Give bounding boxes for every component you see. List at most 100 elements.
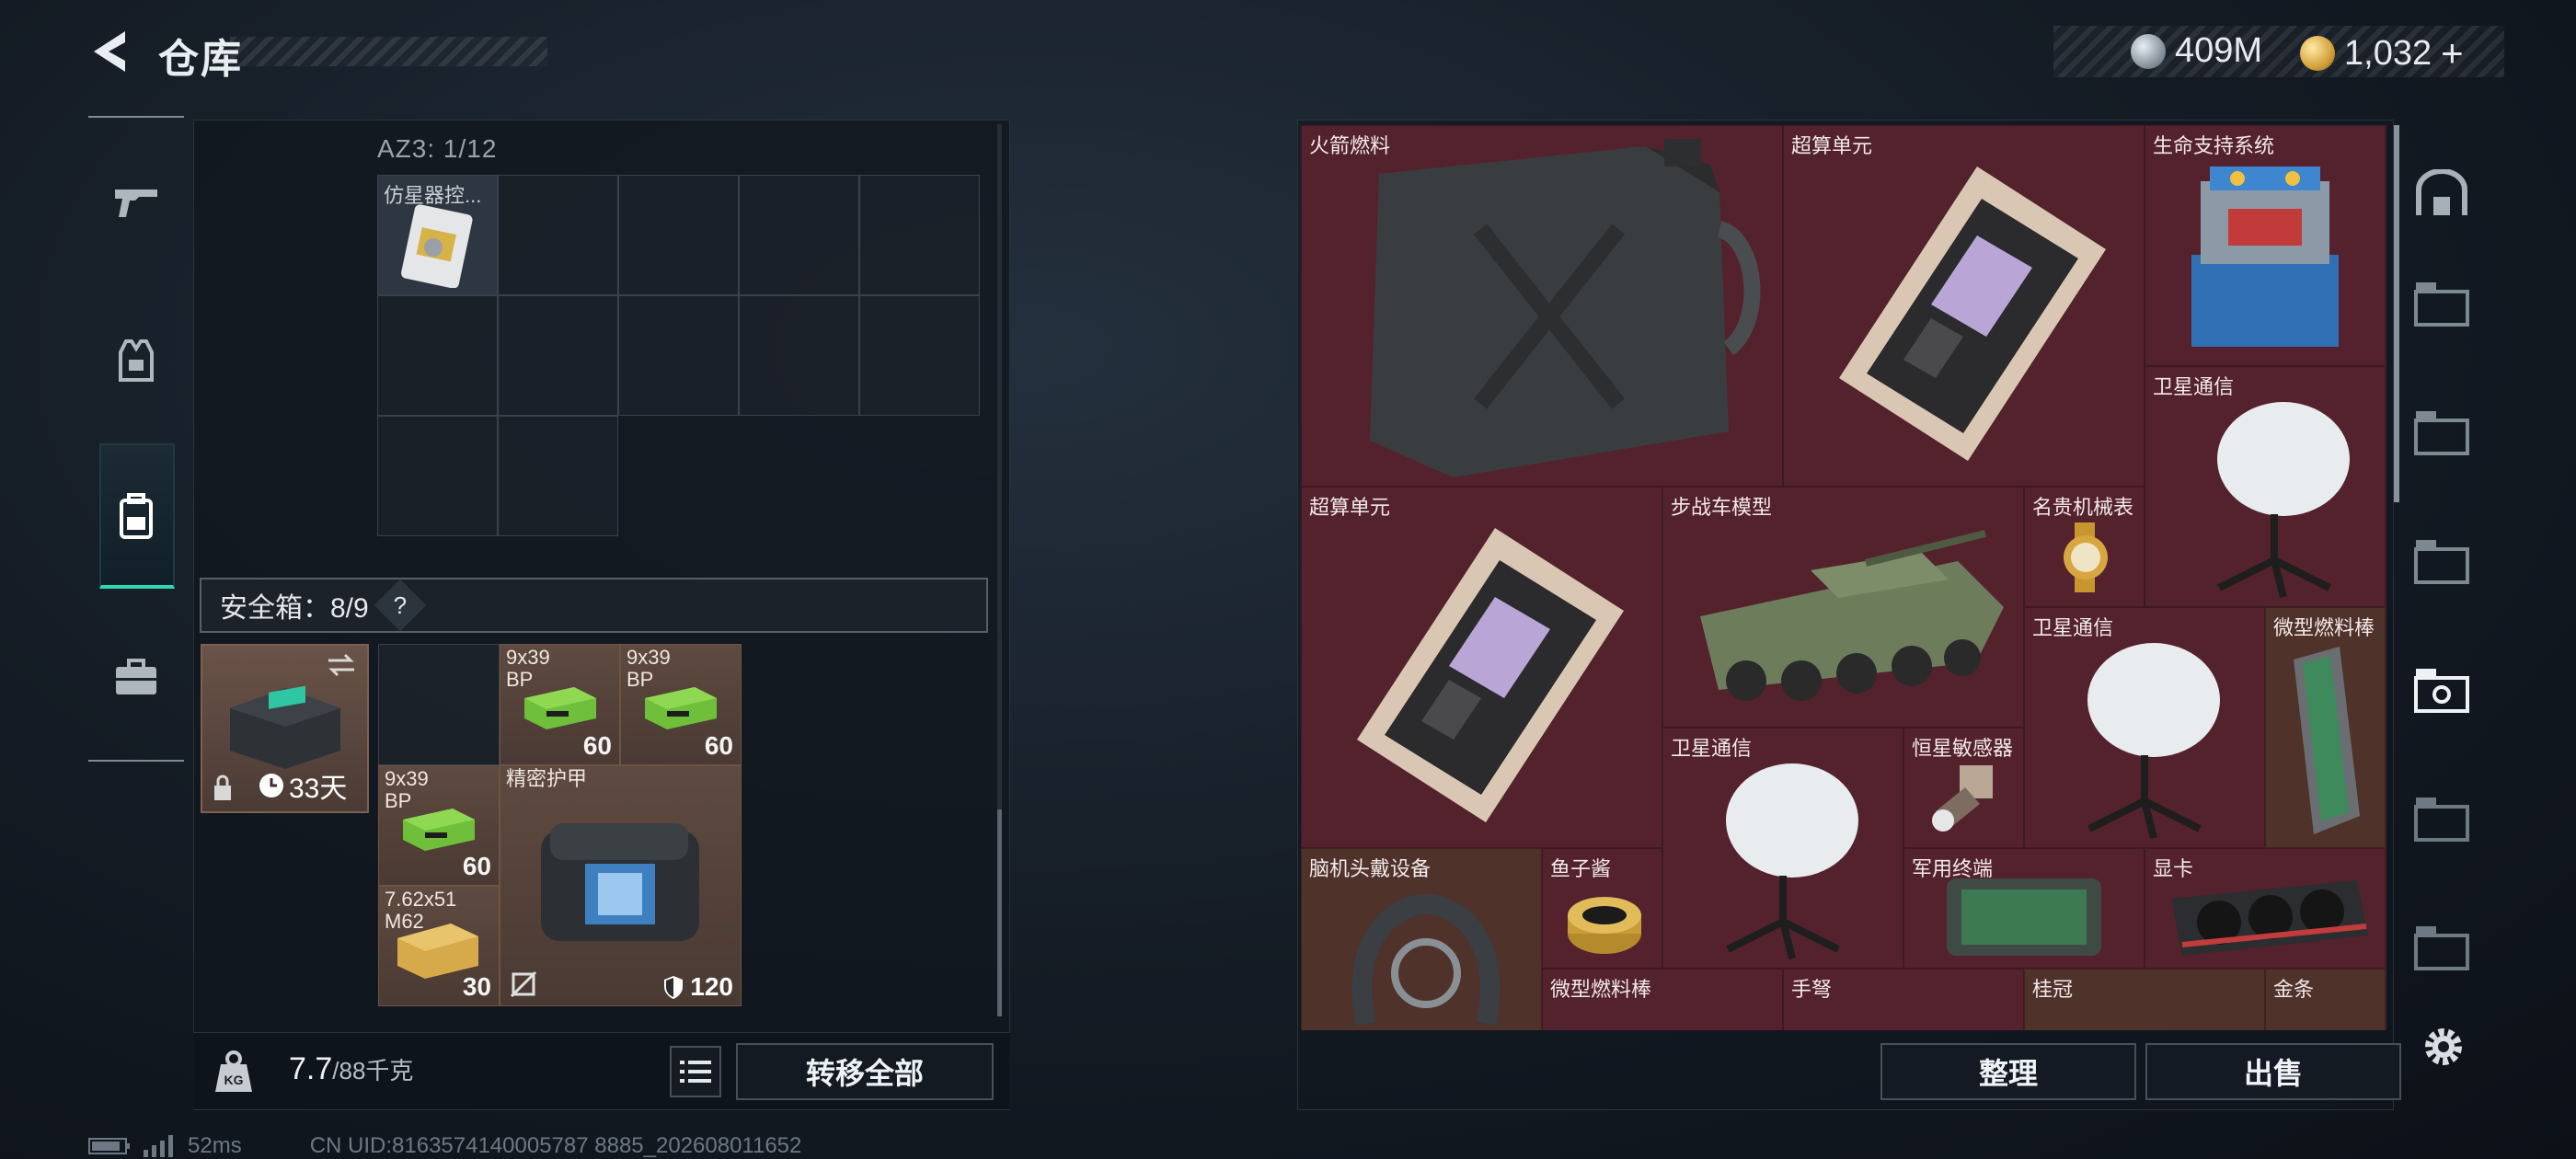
stash-item-satcom[interactable]: 卫星通信 <box>2145 366 2386 607</box>
ammo-box-icon <box>403 809 475 851</box>
container-slot[interactable] <box>377 295 498 416</box>
storage-tab-main[interactable] <box>2405 156 2478 230</box>
storage-tab-v1-active[interactable] <box>2405 653 2478 727</box>
container-slot[interactable] <box>739 175 859 295</box>
storage-tab-gt2[interactable] <box>2405 396 2478 469</box>
title-decoration <box>230 37 547 66</box>
weapons-tab[interactable] <box>99 166 173 239</box>
stash-item-supercomputer[interactable]: 超算单元 <box>1783 125 2145 487</box>
circuit-board-icon <box>1357 528 1624 822</box>
transfer-all-button[interactable]: 转移全部 <box>736 1043 994 1100</box>
weight-current: 7.7 <box>289 1051 333 1086</box>
ammo-box-icon <box>524 687 596 729</box>
container-slot[interactable] <box>859 175 980 295</box>
stash-item-ifv-model[interactable]: 步战车模型 <box>1662 487 2024 728</box>
backpack-tab[interactable] <box>99 480 173 554</box>
back-arrow-icon <box>94 31 125 72</box>
container-slot[interactable] <box>618 295 739 416</box>
stash-item-gpu[interactable]: 显卡 <box>2145 848 2386 969</box>
ammo-qty: 30 <box>462 972 491 1001</box>
storage-tab-v2[interactable] <box>2405 782 2478 855</box>
stash-item-laurel[interactable]: 桂冠 <box>2024 969 2265 1030</box>
signal-icon <box>144 1135 173 1157</box>
ammo-qty: 60 <box>582 731 612 760</box>
stash-item-satcom[interactable]: 卫星通信 <box>2024 607 2265 848</box>
armor-icon <box>541 823 699 941</box>
stash-item-gold-bar[interactable]: 金条 <box>2265 969 2386 1030</box>
armor-tab[interactable] <box>99 324 173 397</box>
stash-item-supercomputer[interactable]: 超算单元 <box>1301 487 1662 848</box>
page-title: 仓库 <box>158 37 243 82</box>
gear-icon <box>2425 1028 2462 1065</box>
armor-item[interactable]: 精密护甲 120 <box>500 765 742 1006</box>
container-slot[interactable] <box>739 295 859 416</box>
armor-durability: 120 <box>662 972 733 1002</box>
ammo-item[interactable]: 7.62x51 M62 30 <box>378 886 500 1006</box>
container-item-star-controller[interactable]: 仿星器控... <box>377 175 498 295</box>
currency-gold[interactable]: 1,032 + <box>2300 31 2464 75</box>
shield-icon <box>664 976 684 999</box>
vest-icon <box>119 339 154 382</box>
safe-slot-empty[interactable] <box>378 644 500 765</box>
container-slot[interactable] <box>498 295 618 416</box>
sell-button[interactable]: 出售 <box>2145 1043 2401 1100</box>
item-label: 金条 <box>2273 978 2315 1001</box>
left-scrollbar[interactable] <box>997 809 1002 1016</box>
item-label: 微型燃料棒 <box>2273 616 2375 639</box>
back-button[interactable] <box>85 26 136 77</box>
stash-item-fuel-rod[interactable]: 微型燃料棒 <box>2265 607 2386 848</box>
storage-tab-v3[interactable] <box>2405 911 2478 984</box>
container-grid: 仿星器控... <box>377 175 984 539</box>
settings-button[interactable] <box>2420 1023 2467 1071</box>
stash-item-mil-terminal[interactable]: 军用终端 <box>1903 848 2145 969</box>
ammo-item[interactable]: 9x39 BP 60 <box>378 765 500 886</box>
ammo-box-icon <box>645 687 717 729</box>
briefcase-icon <box>116 659 156 694</box>
currency-silver[interactable]: 409M <box>2131 31 2262 71</box>
ammo-item[interactable]: 9x39 BP 60 <box>500 644 620 765</box>
list-icon <box>680 1061 711 1083</box>
container-slot[interactable] <box>498 416 618 536</box>
stash-item-life-support[interactable]: 生命支持系统 <box>2145 125 2386 366</box>
case-tab[interactable] <box>99 640 173 714</box>
storage-tab-gt1[interactable] <box>2405 267 2478 340</box>
swap-icon[interactable] <box>325 651 358 679</box>
case-duration: 33天 <box>258 765 347 806</box>
item-label: 手弩 <box>1791 978 1833 1001</box>
storage-box-icon <box>2414 926 2469 970</box>
stash-grid: 火箭燃料 超算单元 生命支持系统 卫星通信 超算单元 步战车模型 名贵机械表 卫… <box>1301 125 2386 1030</box>
container-slot[interactable] <box>377 416 498 536</box>
stash-item-watch[interactable]: 名贵机械表 <box>2024 487 2145 607</box>
stash-item-satcom[interactable]: 卫星通信 <box>1662 728 1903 969</box>
safe-box-bar: 安全箱：8/9 ? <box>200 578 988 633</box>
fuel-rod-icon <box>2294 647 2360 834</box>
storage-box-icon <box>2414 282 2469 327</box>
help-button[interactable]: ? <box>374 579 427 632</box>
ammo-item[interactable]: 9x39 BP 60 <box>620 644 742 765</box>
stash-item-rocket-fuel[interactable]: 火箭燃料 <box>1301 125 1783 487</box>
safe-case-item[interactable]: 33天 <box>201 644 369 813</box>
stash-item-star-sensor[interactable]: 恒星敏感器 <box>1903 728 2024 848</box>
rail-divider-bottom <box>88 760 184 762</box>
battery-icon <box>88 1138 130 1154</box>
weight-readout: 7.7/88千克 <box>289 1051 413 1087</box>
stash-item-caviar[interactable]: 鱼子酱 <box>1542 848 1662 969</box>
rifle-ammo-box-icon <box>397 924 478 979</box>
list-view-button[interactable] <box>670 1046 721 1097</box>
durability-value: 120 <box>690 972 733 1001</box>
backpack-icon <box>120 493 153 539</box>
stash-item-bci-headset[interactable]: 脑机头戴设备 <box>1301 848 1542 1030</box>
currency-gold-value: 1,032 <box>2344 33 2432 73</box>
currency-silver-value: 409M <box>2175 31 2263 70</box>
add-gold-button[interactable]: + <box>2441 31 2464 75</box>
gold-coin-icon <box>2300 36 2335 71</box>
stash-item-fuel-rod[interactable]: 微型燃料棒 <box>1542 969 1783 1030</box>
container-slot[interactable] <box>859 295 980 416</box>
satellite-dish-icon <box>1726 763 1858 959</box>
safe-case-icon <box>230 685 340 769</box>
stash-item-hand-crossbow[interactable]: 手弩 <box>1783 969 2024 1030</box>
storage-tab-gt3[interactable] <box>2405 524 2478 598</box>
container-slot[interactable] <box>618 175 739 295</box>
container-slot[interactable] <box>498 175 618 295</box>
organize-button[interactable]: 整理 <box>1880 1043 2136 1100</box>
